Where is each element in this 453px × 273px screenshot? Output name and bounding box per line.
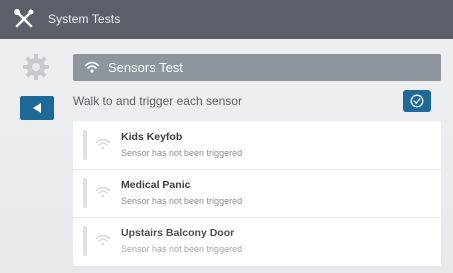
back-button[interactable] [20, 96, 54, 120]
wifi-icon [95, 186, 111, 198]
title-bar: System Tests [0, 0, 453, 39]
sensor-name: Kids Keyfob [121, 131, 183, 143]
wifi-icon [95, 138, 111, 150]
tools-icon [14, 9, 34, 28]
wifi-icon [84, 61, 100, 73]
sensor-row[interactable]: Medical Panic Sensor has not been trigge… [73, 169, 441, 218]
sensor-status: Sensor has not been triggered [121, 244, 243, 254]
sensor-status: Sensor has not been triggered [121, 148, 243, 158]
sensor-name: Upstairs Balcony Door [121, 227, 235, 239]
gear-icon [23, 54, 49, 80]
status-indicator [83, 130, 87, 160]
section-header: Sensors Test [73, 54, 441, 81]
sensor-row[interactable]: Kids Keyfob Sensor has not been triggere… [73, 121, 441, 170]
back-arrow-icon [33, 103, 41, 113]
sensor-row[interactable]: Upstairs Balcony Door Sensor has not bee… [73, 217, 441, 265]
app-frame: System Tests Sensors Test Walk to and tr… [0, 0, 453, 273]
section-title: Sensors Test [108, 60, 183, 75]
status-indicator [83, 178, 87, 208]
wifi-icon [95, 234, 111, 246]
sensor-status: Sensor has not been triggered [121, 196, 243, 206]
check-circle-icon [410, 94, 424, 108]
page-title: System Tests [48, 12, 121, 26]
sensor-name: Medical Panic [121, 179, 191, 191]
instruction-text: Walk to and trigger each sensor [73, 94, 242, 108]
sensor-list: Kids Keyfob Sensor has not been triggere… [73, 121, 441, 266]
status-indicator [83, 226, 87, 256]
done-button[interactable] [403, 90, 431, 112]
